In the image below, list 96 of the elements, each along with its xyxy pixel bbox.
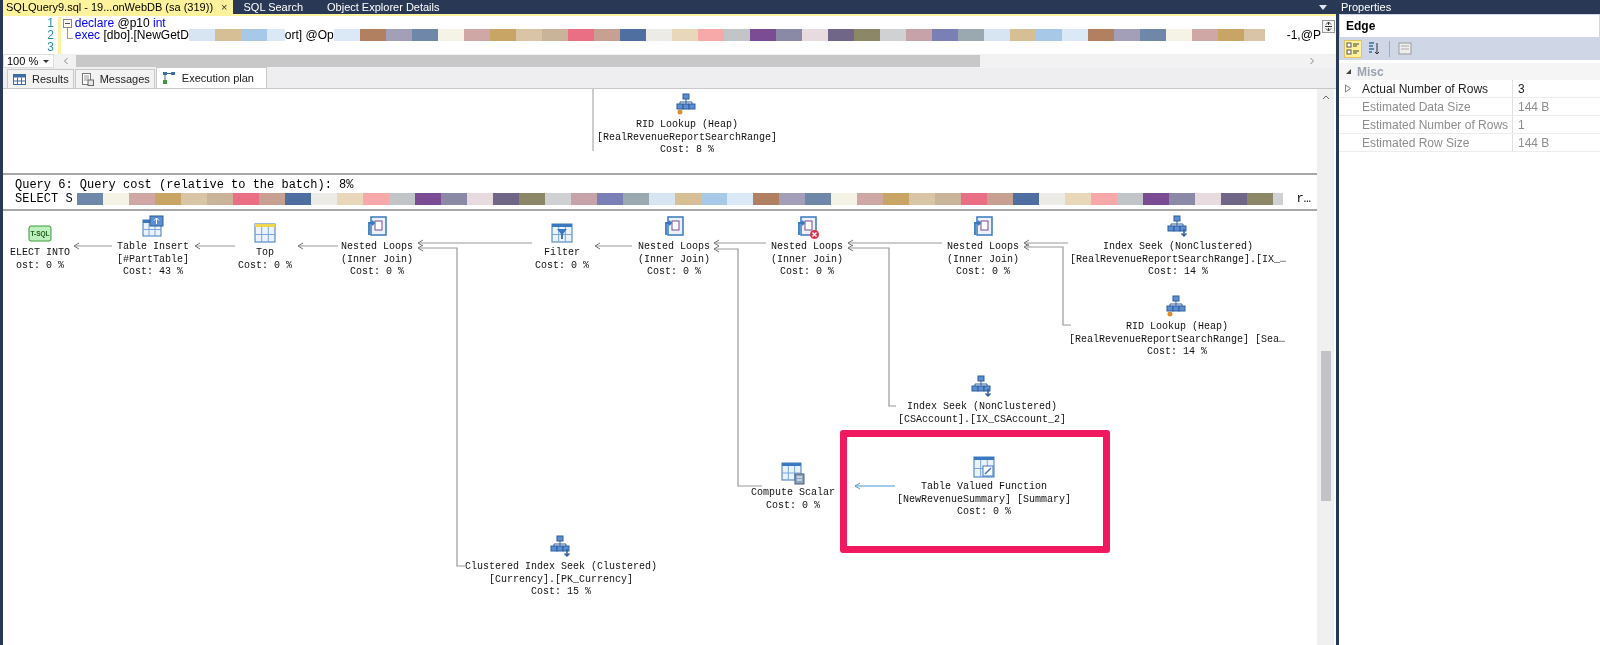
close-button[interactable]: × xyxy=(221,1,228,13)
operator-detail: Cost: 14 % xyxy=(1148,266,1208,279)
code-text: -1,@P xyxy=(1286,29,1321,41)
operator-label: Table Insert xyxy=(117,241,189,254)
line-number: 3 xyxy=(46,41,54,53)
panel-title: Properties xyxy=(1339,0,1600,14)
operator-detail: (Inner Join) xyxy=(341,253,413,266)
connector-arrow xyxy=(73,242,113,250)
property-name: Estimated Number of Rows xyxy=(1361,116,1510,133)
operator-label: Nested Loops xyxy=(947,241,1019,254)
toolbar-button[interactable] xyxy=(1344,40,1362,58)
operator-label: Clustered Index Seek (Clustered) xyxy=(465,561,657,574)
document-tab[interactable]: Object Explorer Details xyxy=(324,0,445,14)
operator-label: Nested Loops xyxy=(771,241,843,254)
line-number: 1 xyxy=(46,17,54,29)
operator-label: RID Lookup (Heap) xyxy=(636,119,738,132)
sort-icon xyxy=(1366,41,1382,57)
operator-label: Index Seek (NonClustered) xyxy=(1103,241,1253,254)
document-tab[interactable]: SQL Search xyxy=(240,0,308,14)
plan-icon xyxy=(161,71,176,85)
operator-detail: [CSAccount].[IX_CSAccount_2] xyxy=(898,413,1066,426)
operator-label: Top xyxy=(256,247,274,260)
document-tab[interactable]: SQLQuery9.sql - 19...onWebDB (sa (319)) × xyxy=(3,0,233,14)
operator-detail: Cost: 0 % xyxy=(780,266,834,279)
operator-detail: Cost: 0 % xyxy=(350,266,404,279)
operator-detail: Cost: 0 % xyxy=(238,259,292,272)
category-label: Misc xyxy=(1357,64,1384,79)
operator-detail: Cost: 15 % xyxy=(531,586,591,599)
operator-detail: Cost: 0 % xyxy=(535,259,589,272)
operator-detail: Cost: 14 % xyxy=(1147,346,1207,359)
line-number: 2 xyxy=(46,29,54,41)
expand-icon[interactable] xyxy=(1344,84,1352,93)
property-value: 144 B xyxy=(1512,98,1600,115)
scrollbar-thumb[interactable] xyxy=(76,55,980,67)
operator-detail: (Inner Join) xyxy=(947,253,1019,266)
operator-detail: ost: 0 % xyxy=(16,259,64,272)
fold-line xyxy=(66,27,73,39)
grid-icon xyxy=(13,73,26,85)
property-pages-icon xyxy=(1397,41,1413,57)
operator-detail: Cost: 0 % xyxy=(957,506,1011,519)
scrollbar-thumb[interactable] xyxy=(1320,351,1331,501)
scroll-up-icon[interactable] xyxy=(1320,93,1331,101)
code-text: @p10 xyxy=(117,17,150,29)
code-keyword: declare xyxy=(74,17,115,29)
operator-label: Compute Scalar xyxy=(751,487,835,500)
operator-label: Nested Loops xyxy=(341,241,413,254)
property-name: Estimated Data Size xyxy=(1361,98,1472,115)
hierarchy-icon xyxy=(675,93,699,117)
connector-arrow xyxy=(594,242,633,250)
statement-text: SELECT S xyxy=(15,192,73,206)
collapse-icon[interactable] xyxy=(1345,69,1351,74)
operator-detail: [#PartTable] xyxy=(117,253,189,266)
caret-icon xyxy=(43,59,49,63)
operator-detail: (Inner Join) xyxy=(771,253,843,266)
operator-label: Table Valued Function xyxy=(921,481,1047,494)
result-tab[interactable]: Messages xyxy=(74,69,155,88)
property-value: 1 xyxy=(1512,116,1600,133)
operator-detail: Cost: 0 % xyxy=(766,499,820,512)
code-keyword: exec xyxy=(74,29,101,41)
operator-detail: [NewRevenueSummary] [Summary] xyxy=(897,493,1071,506)
connector-line xyxy=(592,89,594,151)
operator-detail: Cost: 0 % xyxy=(956,266,1010,279)
property-value: 3 xyxy=(1512,80,1600,97)
operator-label: Nested Loops xyxy=(638,241,710,254)
split-icon[interactable] xyxy=(1321,20,1335,33)
query-cost-header: Query 6: Query cost (relative to the batch): 8% xyxy=(15,178,355,192)
dropdown-caret-icon[interactable] xyxy=(1319,4,1327,10)
operator-detail: [RealRevenueReportSearchRange] xyxy=(597,131,777,144)
operator-label: ELECT INTO xyxy=(10,247,70,260)
operator-detail: [Currency].[PK_Currency] xyxy=(489,573,633,586)
property-name: Actual Number of Rows xyxy=(1361,80,1490,97)
property-value: 144 B xyxy=(1512,134,1600,151)
code-text: [dbo].[NewGetD xyxy=(102,29,189,41)
operator-detail: [RealRevenueReportSearchRange] [Sea… xyxy=(1069,333,1285,346)
connector-arrow xyxy=(297,242,339,250)
operator-detail: Cost: 0 % xyxy=(647,266,701,279)
statement-text: r… xyxy=(1296,192,1311,206)
operator-detail: Cost: 43 % xyxy=(123,266,183,279)
operator-detail: (Inner Join) xyxy=(638,253,710,266)
code-keyword: int xyxy=(153,17,166,29)
operator-label: Filter xyxy=(544,247,580,260)
connector-arrow xyxy=(854,482,896,490)
code-text: ort] @Op xyxy=(284,29,334,41)
zoom-dropdown[interactable]: 100 % xyxy=(3,54,54,68)
operator-detail: Cost: 8 % xyxy=(660,144,714,157)
categorized-icon xyxy=(1345,41,1361,57)
operator-detail: [RealRevenueReportSearchRange].[IX_… xyxy=(1070,253,1286,266)
result-tab[interactable]: Execution plan xyxy=(155,67,267,88)
operator-label: Index Seek (NonClustered) xyxy=(907,401,1057,414)
operator-label: RID Lookup (Heap) xyxy=(1126,321,1228,334)
property-name: Estimated Row Size xyxy=(1361,134,1471,151)
selected-object-name: Edge xyxy=(1339,14,1600,38)
result-tab[interactable]: Results xyxy=(7,69,74,88)
document-icon xyxy=(80,72,94,86)
connector-arrow xyxy=(194,242,236,250)
collapse-icon[interactable] xyxy=(63,18,73,28)
